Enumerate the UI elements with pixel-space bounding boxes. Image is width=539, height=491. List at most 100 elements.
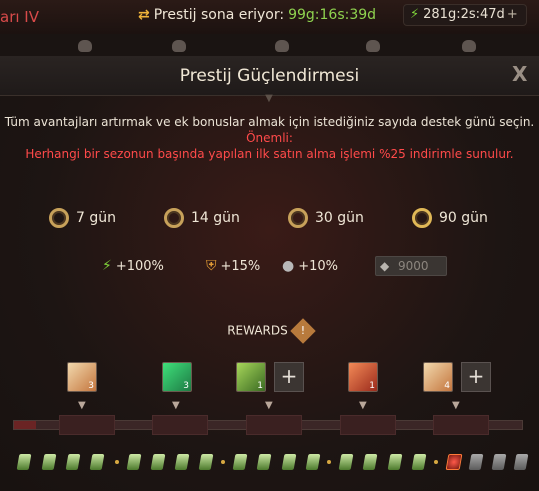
progress-fill (14, 421, 36, 429)
coin-bonus: ● +10% (282, 258, 338, 274)
panel-header: Prestij Güçlendirmesi X ▼ (0, 56, 539, 104)
separator-dot (327, 460, 331, 464)
gem-icon (150, 454, 166, 470)
gem-icon (362, 454, 378, 470)
shield-bonus: ⛨ +15% (206, 258, 260, 274)
gem-icon (305, 454, 321, 470)
prestige-timer: ⇄ Prestij sona eriyor: 99g:16s:39d (138, 7, 376, 23)
duration-option-14[interactable]: 14 gün (164, 206, 240, 230)
prestige-time: 99g:16s:39d (288, 7, 377, 23)
reward-qty: 4 (444, 381, 450, 391)
chevron-down-icon: ▼ (452, 400, 460, 411)
duration-options: 7 gün 14 gün 30 gün 90 gün (0, 206, 539, 230)
gem-icon (513, 454, 529, 470)
energy-bonus: ⚡ +100% (102, 258, 164, 274)
top-bar: arı IV ⇄ Prestij sona eriyor: 99g:16s:39d … (0, 0, 539, 34)
reward-item-scroll[interactable]: 4 (423, 362, 453, 392)
gem-icon (174, 454, 190, 470)
lightning-icon: ⚡ (410, 7, 420, 22)
gem-icon (387, 454, 403, 470)
description-block: Tüm avantajları artırmak ve ek bonuslar … (0, 114, 539, 162)
gem-icon (338, 454, 354, 470)
chevron-down-icon: ▼ (265, 93, 273, 104)
progress-node (340, 415, 396, 435)
chevron-down-icon: ▼ (172, 400, 180, 411)
gem-icon (281, 454, 297, 470)
energy-box[interactable]: ⚡ 281g:2s:47d + (403, 4, 527, 26)
description-text: Tüm avantajları artırmak ve ek bonuslar … (4, 115, 535, 129)
duration-option-30[interactable]: 30 gün (288, 206, 364, 230)
gem-icon (256, 454, 272, 470)
gem-icon (41, 454, 57, 470)
reward-item-arrow[interactable]: 1 (236, 362, 266, 392)
gem-progress-row (0, 454, 539, 474)
prestige-text: Prestij sona eriyor: (153, 7, 285, 23)
reward-qty: 3 (183, 381, 189, 391)
progress-node (246, 415, 302, 435)
lightning-icon: ⚡ (102, 258, 112, 274)
progress-node (152, 415, 208, 435)
skull-icon (275, 40, 289, 52)
gem-icon (491, 454, 507, 470)
duration-label: 7 gün (76, 210, 116, 226)
reward-slots: 3 3 1 + 1 4 + (0, 362, 539, 394)
reward-qty: 3 (88, 381, 94, 391)
reward-item-scroll[interactable]: 3 (67, 362, 97, 392)
duration-option-90[interactable]: 90 gün (412, 206, 488, 230)
skull-icon (172, 40, 186, 52)
add-reward-button[interactable]: + (461, 362, 491, 392)
crystal-value: 9000 (398, 259, 429, 273)
rewards-title: REWARDS (227, 323, 288, 338)
progress-track (13, 415, 523, 435)
coin-icon: ● (282, 258, 295, 274)
rank-label: arı IV (0, 8, 39, 26)
info-icon[interactable]: ! (290, 318, 316, 344)
coin-bonus-value: +10% (298, 258, 339, 274)
discount-notice: Herhangi bir sezonun başında yapılan ilk… (25, 147, 514, 161)
reward-item-fire-orb[interactable]: 1 (348, 362, 378, 392)
energy-bonus-value: +100% (115, 258, 164, 274)
prestige-boost-panel: Prestij Güçlendirmesi X ▼ Tüm avantajlar… (0, 56, 539, 491)
gem-icon (198, 454, 214, 470)
gem-icon (16, 454, 32, 470)
separator-dot (434, 460, 438, 464)
progress-node (59, 415, 115, 435)
chevron-down-icon: ▼ (78, 400, 86, 411)
gem-icon (65, 454, 81, 470)
crystal-icon: ◆ (380, 259, 390, 273)
skull-row (0, 38, 539, 54)
shield-icon: ⛨ (206, 258, 217, 274)
rewards-header: REWARDS! (0, 318, 539, 344)
chevron-down-icon: ▼ (265, 400, 273, 411)
duration-option-7[interactable]: 7 gün (49, 206, 116, 230)
skull-icon (462, 40, 476, 52)
bonus-row: ⚡ +100% ⛨ +15% ● +10% (0, 256, 539, 280)
skull-icon (78, 40, 92, 52)
gem-icon (411, 454, 427, 470)
panel-title: Prestij Güçlendirmesi (179, 66, 360, 86)
swap-icon: ⇄ (138, 7, 150, 23)
clock-icon (164, 208, 184, 228)
shield-bonus-value: +15% (220, 258, 261, 274)
reward-qty: 1 (369, 381, 375, 391)
skull-icon (366, 40, 380, 52)
chevron-down-icon: ▼ (359, 400, 367, 411)
energy-plus-button[interactable]: + (507, 7, 518, 22)
duration-label: 30 gün (315, 210, 364, 226)
clock-icon (288, 208, 308, 228)
important-label: Önemli: (246, 131, 293, 145)
clock-icon (49, 208, 69, 228)
duration-label: 90 gün (439, 210, 488, 226)
crystal-cost: ◆ 9000 (375, 256, 447, 276)
progress-node (433, 415, 489, 435)
reward-qty: 1 (257, 381, 263, 391)
close-icon[interactable]: X (512, 62, 527, 86)
progress-markers: ▼ ▼ ▼ ▼ ▼ (0, 400, 539, 411)
add-reward-button[interactable]: + (274, 362, 304, 392)
gem-icon (468, 454, 484, 470)
energy-value: 281g:2s:47d (423, 7, 505, 22)
reward-item-green-gem[interactable]: 3 (162, 362, 192, 392)
ruby-gem-icon (445, 454, 463, 470)
clock-icon (412, 208, 432, 228)
gem-icon (126, 454, 142, 470)
